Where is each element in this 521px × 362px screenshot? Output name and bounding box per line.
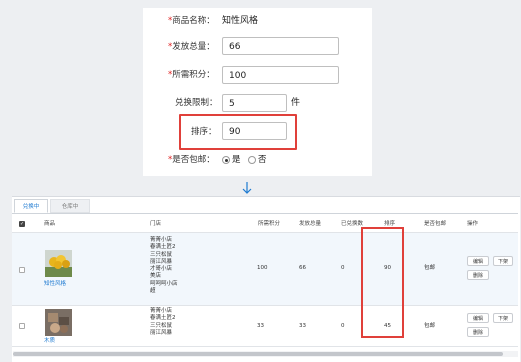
- product-thumbnail-image[interactable]: [45, 250, 72, 277]
- product-name-link[interactable]: 木质: [44, 336, 55, 344]
- store-list: 菁菁小店 春满土匠2 三只松鼠 丽江风暴 才哥小店 美店 呵呵呵小店 超: [150, 237, 178, 295]
- col-product: 商品: [44, 221, 56, 227]
- col-points: 所需积分: [258, 221, 281, 227]
- tab-bar: 兑换中 仓库中: [12, 199, 518, 214]
- product-name-row: *商品名称： 知性风格: [0, 11, 521, 31]
- redeem-limit-input[interactable]: 5: [222, 94, 287, 112]
- product-name-value: 知性风格: [222, 16, 259, 26]
- arrow-down-icon: [242, 182, 252, 194]
- total-cell: 66: [299, 265, 306, 271]
- redeemed-cell: 0: [341, 323, 345, 329]
- scrollbar-thumb[interactable]: [13, 352, 503, 356]
- tab-redeeming[interactable]: 兑换中: [14, 199, 48, 213]
- sort-input[interactable]: 90: [222, 122, 287, 140]
- product-table-panel: 兑换中 仓库中 商品 门店 所需积分 发放总量 已兑换数 排序 是否包邮 操作 …: [12, 196, 520, 362]
- points-cell: 100: [257, 265, 268, 271]
- shipping-no-label: 否: [258, 155, 267, 165]
- total-cell: 33: [299, 323, 306, 329]
- total-issued-label: *发放总量：: [168, 42, 215, 52]
- col-shipping: 是否包邮: [424, 221, 447, 227]
- delete-button[interactable]: 删除: [467, 327, 489, 337]
- table-row: 木质 菁菁小店 春满土匠2 三只松鼠 丽江风暴 33 33 0 45 包邮 编辑…: [12, 306, 518, 347]
- store-list: 菁菁小店 春满土匠2 三只松鼠 丽江风暴: [150, 308, 176, 336]
- points-label: *所需积分：: [168, 70, 215, 80]
- redeem-limit-unit: 件: [291, 98, 301, 108]
- shipping-cell: 包邮: [424, 265, 436, 271]
- delist-button[interactable]: 下架: [493, 256, 513, 266]
- sort-column-highlight-box: [361, 227, 404, 338]
- row-checkbox[interactable]: [19, 267, 25, 273]
- total-issued-input[interactable]: 66: [222, 37, 339, 55]
- row-checkbox[interactable]: [19, 323, 25, 329]
- table-header: 商品 门店 所需积分 发放总量 已兑换数 排序 是否包邮 操作: [12, 216, 518, 233]
- redeemed-cell: 0: [341, 265, 345, 271]
- col-store: 门店: [150, 221, 162, 227]
- table-row: 知性风格 菁菁小店 春满土匠2 三只松鼠 丽江风暴 才哥小店 美店 呵呵呵小店 …: [12, 233, 518, 306]
- shipping-cell: 包邮: [424, 323, 436, 329]
- shipping-yes-label: 是: [232, 155, 241, 165]
- edit-button[interactable]: 编辑: [467, 313, 489, 323]
- col-redeemed: 已兑换数: [341, 221, 364, 227]
- delete-button[interactable]: 删除: [467, 270, 489, 280]
- horizontal-scrollbar[interactable]: [13, 351, 518, 357]
- product-thumbnail-image[interactable]: [45, 309, 72, 336]
- col-actions: 操作: [467, 221, 479, 227]
- delist-button[interactable]: 下架: [493, 313, 513, 323]
- shipping-label: *是否包邮：: [168, 155, 215, 165]
- points-input[interactable]: 100: [222, 66, 339, 84]
- shipping-no-radio[interactable]: [248, 156, 256, 164]
- product-name-link[interactable]: 知性风格: [44, 279, 66, 287]
- tab-warehouse[interactable]: 仓库中: [50, 199, 90, 213]
- col-total: 发放总量: [299, 221, 322, 227]
- select-all-checkbox[interactable]: [19, 220, 25, 228]
- shipping-yes-radio[interactable]: [222, 156, 230, 164]
- edit-button[interactable]: 编辑: [467, 256, 489, 266]
- points-cell: 33: [257, 323, 264, 329]
